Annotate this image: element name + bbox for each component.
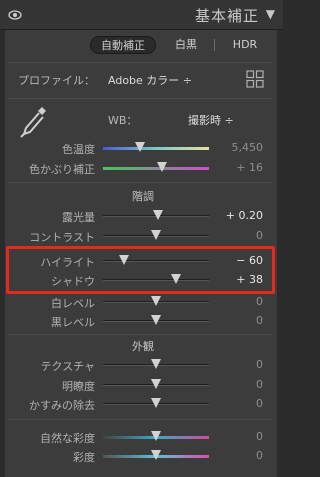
profile-label: プロファイル： bbox=[18, 74, 95, 87]
slider-value[interactable]: 0 bbox=[256, 397, 263, 410]
slider-row-tint: 色かぶり補正 + 16 bbox=[0, 158, 283, 180]
highlight-annotation-box bbox=[6, 246, 275, 294]
hdr-button[interactable]: HDR bbox=[226, 36, 264, 54]
slider-label: 色かぶり補正 bbox=[29, 163, 95, 176]
wb-label: WB： bbox=[108, 114, 138, 127]
slider-value[interactable]: 0 bbox=[256, 430, 263, 443]
black-white-button[interactable]: 白黒 bbox=[166, 36, 206, 54]
slider-row-texture: テクスチャ 0 bbox=[0, 355, 283, 377]
divider bbox=[8, 182, 272, 183]
eyedropper-icon[interactable] bbox=[18, 104, 48, 140]
slider-label: 彩度 bbox=[73, 451, 95, 464]
slider-value[interactable]: 5,450 bbox=[232, 141, 264, 154]
panel-title: 基本補正 bbox=[194, 7, 259, 25]
exposure-slider-thumb[interactable] bbox=[153, 210, 164, 220]
slider-value[interactable]: 0 bbox=[256, 314, 263, 327]
saturation-slider-thumb[interactable] bbox=[151, 450, 161, 460]
slider-value[interactable]: 0 bbox=[256, 449, 263, 462]
slider-value[interactable]: 0 bbox=[256, 378, 263, 391]
auto-button[interactable]: 自動補正 bbox=[90, 36, 156, 54]
temperature-slider-track[interactable] bbox=[103, 147, 209, 150]
slider-label: 色温度 bbox=[62, 143, 95, 156]
slider-row-saturation: 彩度 0 bbox=[0, 446, 283, 468]
slider-value[interactable]: + 0.20 bbox=[226, 209, 263, 222]
divider bbox=[8, 98, 272, 99]
slider-row-exposure: 露光量 + 0.20 bbox=[0, 206, 283, 228]
dehaze-slider-thumb[interactable] bbox=[151, 398, 161, 408]
blacks-slider-thumb[interactable] bbox=[151, 315, 161, 325]
button-separator bbox=[214, 39, 215, 51]
profile-select[interactable]: Adobe カラー ÷ bbox=[108, 72, 192, 88]
contrast-slider-thumb[interactable] bbox=[151, 230, 161, 240]
slider-label: 明瞭度 bbox=[62, 380, 95, 393]
triangle-down-icon[interactable]: ▼ bbox=[266, 7, 275, 21]
temperature-slider-thumb[interactable] bbox=[135, 142, 146, 152]
slider-label: 白レベル bbox=[51, 297, 95, 310]
tint-slider-track[interactable] bbox=[103, 167, 209, 170]
whites-slider-thumb[interactable] bbox=[151, 296, 161, 306]
slider-row-blacks: 黒レベル 0 bbox=[0, 311, 283, 333]
presence-section-title: 外観 bbox=[132, 340, 154, 353]
slider-label: かすみの除去 bbox=[29, 399, 95, 412]
divider bbox=[8, 62, 272, 63]
tone-section-title: 階調 bbox=[132, 190, 154, 203]
slider-label: テクスチャ bbox=[40, 360, 95, 373]
slider-row-contrast: コントラスト 0 bbox=[0, 226, 283, 248]
slider-label: 黒レベル bbox=[51, 316, 95, 329]
tint-slider-thumb[interactable] bbox=[157, 162, 168, 172]
slider-row-temperature: 色温度 5,450 bbox=[0, 138, 283, 160]
divider bbox=[8, 419, 272, 420]
slider-value[interactable]: 0 bbox=[256, 229, 263, 242]
texture-slider-thumb[interactable] bbox=[151, 359, 161, 369]
slider-row-dehaze: かすみの除去 0 bbox=[0, 394, 283, 416]
slider-label: 自然な彩度 bbox=[40, 432, 95, 445]
eye-icon[interactable] bbox=[8, 8, 22, 22]
grid-icon[interactable] bbox=[246, 70, 264, 88]
wb-select[interactable]: 撮影時 ÷ bbox=[188, 112, 234, 128]
vibrance-slider-thumb[interactable] bbox=[151, 431, 161, 441]
slider-value[interactable]: 0 bbox=[256, 295, 263, 308]
slider-label: コントラスト bbox=[29, 231, 95, 244]
slider-value[interactable]: 0 bbox=[256, 358, 263, 371]
slider-label: 露光量 bbox=[62, 211, 95, 224]
divider bbox=[8, 334, 272, 335]
clarity-slider-thumb[interactable] bbox=[151, 379, 161, 389]
slider-value[interactable]: + 16 bbox=[236, 161, 263, 174]
